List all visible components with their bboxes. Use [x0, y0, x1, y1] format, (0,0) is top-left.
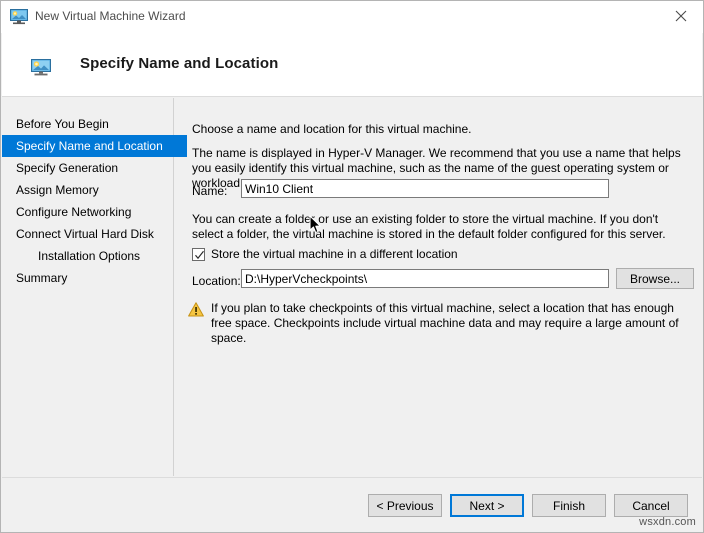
name-input[interactable]: [241, 179, 609, 198]
new-virtual-machine-wizard-window: New Virtual Machine Wizard Specify Name …: [0, 0, 704, 533]
sidebar-item-specify-generation[interactable]: Specify Generation: [2, 157, 173, 179]
sidebar-item-connect-virtual-hard-disk[interactable]: Connect Virtual Hard Disk: [2, 223, 173, 245]
sidebar-item-installation-options[interactable]: Installation Options: [2, 245, 173, 267]
warning-message: If you plan to take checkpoints of this …: [188, 301, 688, 346]
close-icon: [675, 10, 687, 22]
sidebar-item-configure-networking[interactable]: Configure Networking: [2, 201, 173, 223]
watermark-text: wsxdn.com: [639, 516, 696, 528]
cancel-button[interactable]: Cancel: [614, 494, 688, 517]
store-in-different-location-label: Store the virtual machine in a different…: [211, 247, 458, 261]
sidebar-item-summary[interactable]: Summary: [2, 267, 173, 289]
virtual-machine-monitor-icon: [10, 9, 28, 25]
wizard-content-pane: Choose a name and location for this virt…: [175, 98, 702, 476]
page-header: Specify Name and Location: [2, 33, 702, 97]
sidebar-item-specify-name-and-location[interactable]: Specify Name and Location: [2, 135, 187, 157]
finish-button[interactable]: Finish: [532, 494, 606, 517]
store-in-different-location-checkbox-row[interactable]: Store the virtual machine in a different…: [192, 247, 458, 261]
dialog-footer: < Previous Next > Finish Cancel wsxdn.co…: [2, 477, 702, 532]
title-bar: New Virtual Machine Wizard: [1, 1, 703, 33]
wizard-body: Before You Begin Specify Name and Locati…: [2, 98, 702, 476]
wizard-steps-sidebar: Before You Begin Specify Name and Locati…: [2, 98, 187, 476]
location-input[interactable]: [241, 269, 609, 288]
sidebar-item-before-you-begin[interactable]: Before You Begin: [2, 113, 173, 135]
sidebar-item-assign-memory[interactable]: Assign Memory: [2, 179, 173, 201]
close-button[interactable]: [658, 1, 703, 31]
page-title: Specify Name and Location: [80, 55, 279, 72]
window-title: New Virtual Machine Wizard: [35, 9, 186, 23]
intro-text: Choose a name and location for this virt…: [192, 122, 472, 136]
folder-description-text: You can create a folder or use an existi…: [192, 212, 666, 241]
virtual-machine-monitor-icon: [31, 59, 51, 76]
location-label: Location:: [192, 274, 241, 288]
store-in-different-location-checkbox[interactable]: [192, 247, 205, 261]
checkmark-icon: [195, 250, 204, 259]
next-button[interactable]: Next >: [450, 494, 524, 517]
browse-button[interactable]: Browse...: [616, 268, 694, 289]
warning-triangle-icon: [188, 302, 204, 320]
name-label: Name:: [192, 184, 228, 198]
previous-button[interactable]: < Previous: [368, 494, 442, 517]
warning-text: If you plan to take checkpoints of this …: [211, 301, 679, 345]
